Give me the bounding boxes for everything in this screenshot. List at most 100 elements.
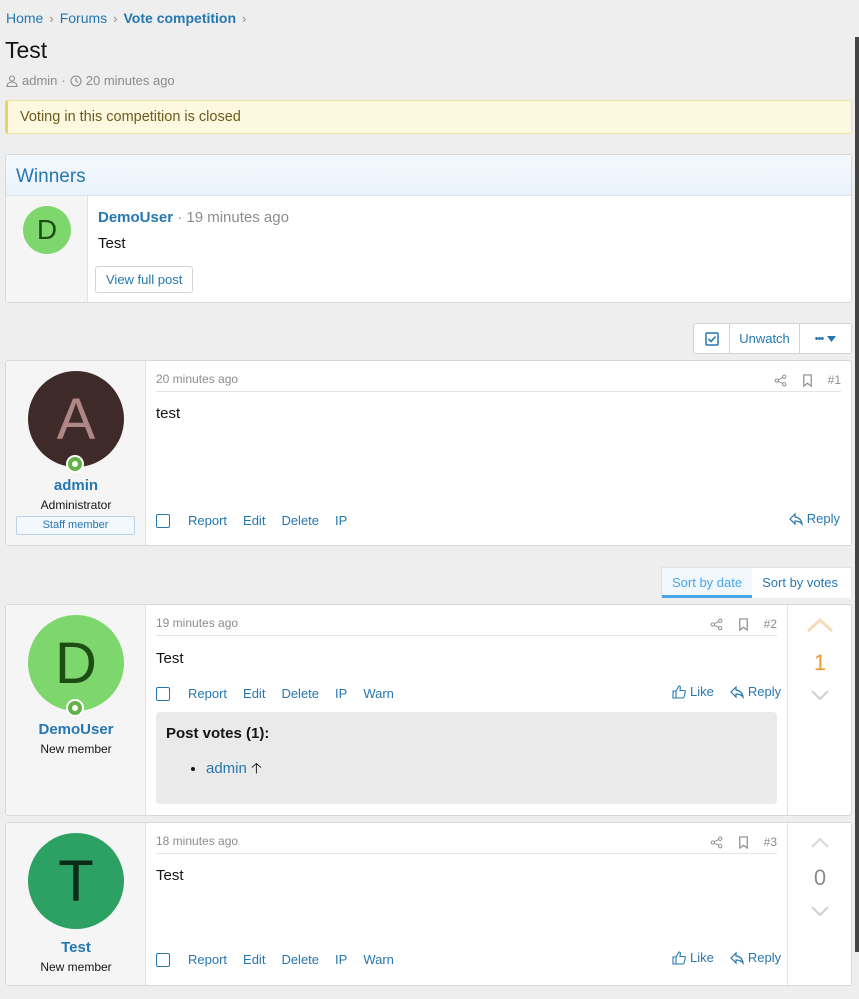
reply-button[interactable]: Reply [730, 684, 781, 699]
like-label: Like [690, 684, 714, 699]
avatar[interactable]: T [28, 833, 124, 929]
warn-link[interactable]: Warn [363, 952, 394, 967]
reply-button[interactable]: Reply [788, 511, 840, 526]
chevron-right-icon: › [242, 10, 247, 26]
breadcrumb-forums[interactable]: Forums [60, 10, 107, 26]
like-button[interactable]: Like [672, 950, 714, 965]
post-3: T Test New member 18 minutes ago #3 Test… [5, 822, 852, 986]
post-number[interactable]: #2 [764, 617, 777, 631]
online-status-icon [66, 699, 84, 717]
downvote-icon[interactable] [806, 903, 834, 919]
reply-icon [730, 951, 744, 965]
report-link[interactable]: Report [188, 952, 227, 967]
winner-time: · 19 minutes ago [173, 209, 289, 226]
reply-label: Reply [806, 511, 840, 526]
view-full-post-button[interactable]: View full post [95, 266, 194, 293]
post-username[interactable]: admin [6, 477, 146, 494]
breadcrumb-vote-competition[interactable]: Vote competition [124, 10, 237, 26]
chevron-right-icon: › [49, 10, 54, 26]
post-number[interactable]: #1 [828, 373, 841, 387]
post-2: D DemoUser New member 19 minutes ago #2 … [5, 604, 852, 816]
winner-username[interactable]: DemoUser [98, 209, 173, 226]
select-post-checkbox[interactable] [156, 513, 170, 528]
ip-link[interactable]: IP [335, 686, 347, 701]
delete-link[interactable]: Delete [281, 952, 319, 967]
post-body: test [156, 405, 181, 422]
voter-link[interactable]: admin [206, 760, 247, 777]
report-link[interactable]: Report [188, 686, 227, 701]
edit-link[interactable]: Edit [243, 686, 265, 701]
post-header: 20 minutes ago #1 [156, 372, 841, 392]
reply-button[interactable]: Reply [730, 950, 781, 965]
page-title: Test [5, 37, 48, 63]
more-dots: ••• [814, 332, 825, 345]
post-right-actions: Like Reply [672, 950, 781, 965]
share-icon[interactable] [774, 374, 787, 387]
post-actions: Report Edit Delete IP Warn [156, 952, 410, 967]
winners-heading: Winners [6, 155, 851, 196]
post-time[interactable]: 18 minutes ago [156, 834, 238, 848]
bookmark-icon[interactable] [801, 373, 814, 387]
like-button[interactable]: Like [672, 684, 714, 699]
post-time[interactable]: 20 minutes ago [156, 372, 238, 386]
post-number[interactable]: #3 [764, 835, 777, 849]
upvote-icon[interactable] [806, 835, 834, 851]
warn-link[interactable]: Warn [363, 686, 394, 701]
caret-down-icon [827, 335, 837, 342]
winner-post-text: Test [98, 235, 126, 252]
avatar[interactable]: D [28, 615, 124, 711]
meta-separator: · [61, 73, 66, 88]
avatar[interactable]: A [28, 371, 124, 467]
thumbs-up-icon [672, 684, 686, 699]
ip-link[interactable]: IP [335, 513, 347, 528]
reply-label: Reply [747, 684, 782, 699]
post-1: A admin Administrator Staff member 20 mi… [5, 360, 852, 546]
bookmark-icon[interactable] [737, 835, 750, 849]
post-right-actions: Reply [788, 511, 840, 526]
voting-closed-notice: Voting in this competition is closed [5, 100, 852, 134]
more-options-button[interactable]: ••• [800, 324, 851, 353]
select-post-checkbox[interactable] [156, 686, 170, 701]
voters-list: admin 🡡 [206, 758, 767, 783]
share-icon[interactable] [710, 836, 723, 849]
checkbox-checked-icon [704, 331, 719, 346]
tab-sort-by-date[interactable]: Sort by date [662, 568, 753, 598]
thread-tools: Unwatch ••• [693, 323, 852, 354]
post-username[interactable]: DemoUser [6, 721, 146, 738]
ip-link[interactable]: IP [335, 952, 347, 967]
delete-link[interactable]: Delete [281, 686, 319, 701]
upvote-icon[interactable] [806, 617, 834, 633]
unwatch-button[interactable]: Unwatch [730, 324, 800, 353]
share-icon[interactable] [710, 618, 723, 631]
vote-count: 1 [813, 650, 827, 675]
delete-link[interactable]: Delete [281, 513, 319, 528]
edit-link[interactable]: Edit [243, 952, 265, 967]
winners-block: Winners D DemoUser · 19 minutes ago Test… [5, 154, 852, 303]
upvote-arrow-icon: 🡡 [251, 760, 262, 777]
scrollbar[interactable] [855, 37, 859, 952]
select-post-checkbox[interactable] [156, 952, 170, 967]
reply-icon [730, 685, 744, 699]
breadcrumb-home[interactable]: Home [6, 10, 43, 26]
report-link[interactable]: Report [188, 513, 227, 528]
reply-icon [788, 512, 803, 526]
thumbs-up-icon [672, 950, 686, 965]
clock-icon [70, 74, 82, 87]
select-toggle-button[interactable] [694, 324, 730, 353]
post-right-actions: Like Reply [672, 684, 781, 699]
thread-time[interactable]: 20 minutes ago [86, 73, 175, 88]
post-username[interactable]: Test [6, 939, 146, 956]
downvote-icon[interactable] [806, 687, 834, 703]
online-status-icon [66, 455, 84, 473]
post-actions: Report Edit Delete IP Warn [156, 686, 410, 701]
bookmark-icon[interactable] [737, 617, 750, 631]
like-label: Like [690, 950, 714, 965]
thread-author[interactable]: admin [22, 73, 57, 88]
post-time[interactable]: 19 minutes ago [156, 616, 238, 630]
tab-sort-by-votes[interactable]: Sort by votes [752, 568, 848, 598]
user-icon [6, 74, 18, 87]
edit-link[interactable]: Edit [243, 513, 265, 528]
avatar[interactable]: D [23, 206, 71, 254]
post-actions: Report Edit Delete IP [156, 513, 363, 528]
thread-meta: admin · 20 minutes ago [6, 73, 175, 88]
